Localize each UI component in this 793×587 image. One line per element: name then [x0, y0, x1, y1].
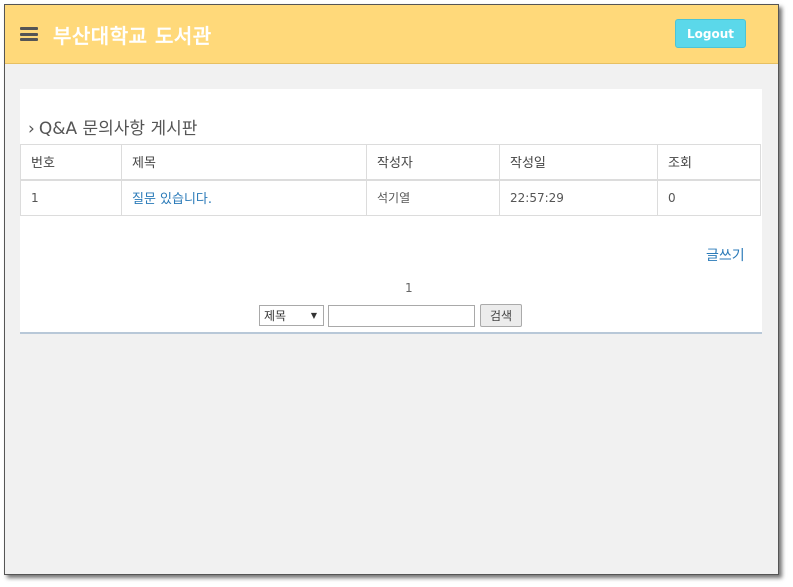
column-header-date: 작성일	[499, 144, 658, 181]
table-header-row: 번호 제목 작성자 작성일 조회	[20, 144, 761, 181]
chevron-right-icon: ›	[28, 119, 35, 139]
hamburger-icon[interactable]	[20, 27, 38, 41]
row-no: 1	[20, 179, 122, 216]
row-date: 22:57:29	[499, 179, 658, 216]
dropdown-arrow-icon: ▼	[310, 311, 317, 320]
row-views: 0	[657, 179, 761, 216]
table-row[interactable]: 1 질문 있습니다. 석기열 22:57:29 0	[20, 179, 761, 216]
search-bar: 제목 ▼ 검색	[259, 304, 522, 327]
row-title-link[interactable]: 질문 있습니다.	[121, 179, 367, 216]
search-field-value: 제목	[264, 309, 287, 323]
column-header-title: 제목	[121, 144, 367, 181]
board-title-text: Q&A 문의사항 게시판	[38, 119, 198, 139]
row-author: 석기열	[366, 179, 500, 216]
search-button[interactable]: 검색	[480, 304, 522, 327]
app-title: 부산대학교 도서관	[53, 24, 212, 48]
column-header-views: 조회	[657, 144, 761, 181]
board-title: › Q&A 문의사항 게시판	[28, 114, 197, 139]
logout-button[interactable]: Logout	[675, 19, 746, 48]
browser-frame: 부산대학교 도서관 Logout › Q&A 문의사항 게시판 번호 제목 작성자…	[4, 4, 779, 575]
search-field-select[interactable]: 제목 ▼	[259, 305, 324, 326]
board-panel: › Q&A 문의사항 게시판 번호 제목 작성자 작성일 조회 1 질문 있습니다…	[20, 89, 762, 334]
pagination-page[interactable]: 1	[405, 281, 413, 295]
board-table: 번호 제목 작성자 작성일 조회 1 질문 있습니다. 석기열 22:57:29…	[20, 144, 761, 216]
write-post-link[interactable]: 글쓰기	[706, 245, 745, 265]
column-header-author: 작성자	[366, 144, 500, 181]
top-bar: 부산대학교 도서관 Logout	[5, 5, 778, 64]
column-header-no: 번호	[20, 144, 122, 181]
search-input[interactable]	[328, 304, 475, 327]
